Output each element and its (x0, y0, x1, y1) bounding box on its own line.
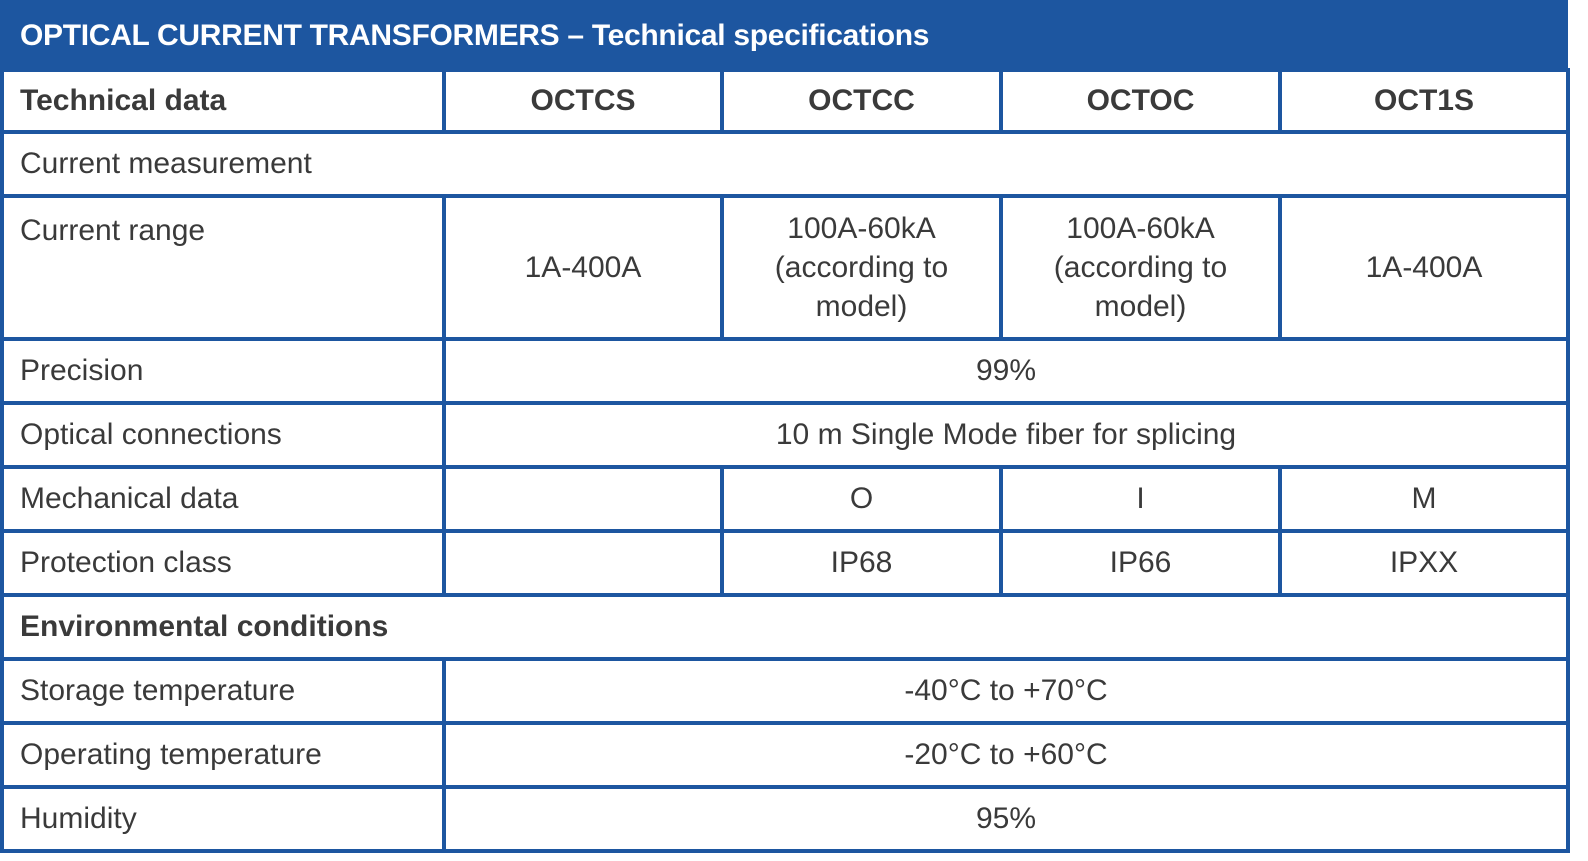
cell-current-range-octcs: 1A-400A (442, 194, 724, 341)
table-row-operating-temperature: Operating temperature -20°C to +60°C (0, 721, 1570, 789)
header-model-octcs: OCTCS (442, 68, 724, 134)
cell-mechanical-oct1s: M (1278, 465, 1570, 533)
table-title: OPTICAL CURRENT TRANSFORMERS – Technical… (0, 0, 1568, 68)
row-label-mechanical-data: Mechanical data (0, 465, 446, 533)
cell-current-range-octcc-text: 100A-60kA (according to model) (774, 212, 949, 323)
spec-table: Technical data OCTCS OCTCC OCTOC OCT1S C… (0, 68, 1570, 853)
section-row-environmental-conditions: Environmental conditions (0, 593, 1570, 661)
cell-protection-octcc: IP68 (720, 529, 1003, 597)
section-current-measurement: Current measurement (0, 130, 1570, 198)
cell-mechanical-octcs (442, 465, 724, 533)
cell-protection-octoc: IP66 (999, 529, 1282, 597)
row-label-current-range: Current range (0, 194, 446, 341)
row-label-humidity: Humidity (0, 785, 446, 853)
header-model-oct1s: OCT1S (1278, 68, 1570, 134)
table-row-precision: Precision 99% (0, 337, 1570, 405)
cell-humidity: 95% (442, 785, 1570, 853)
cell-storage-temperature: -40°C to +70°C (442, 657, 1570, 725)
section-row-current-measurement: Current measurement (0, 130, 1570, 198)
cell-mechanical-octoc: I (999, 465, 1282, 533)
row-label-operating-temperature: Operating temperature (0, 721, 446, 789)
section-environmental-conditions: Environmental conditions (0, 593, 1570, 661)
cell-mechanical-octcc: O (720, 465, 1003, 533)
cell-current-range-octoc-text: 100A-60kA (according to model) (1053, 212, 1228, 323)
cell-current-range-oct1s: 1A-400A (1278, 194, 1570, 341)
header-technical-data: Technical data (0, 68, 446, 134)
cell-operating-temperature: -20°C to +60°C (442, 721, 1570, 789)
cell-precision: 99% (442, 337, 1570, 405)
header-model-octoc: OCTOC (999, 68, 1282, 134)
row-label-storage-temperature: Storage temperature (0, 657, 446, 725)
cell-current-range-octoc: 100A-60kA (according to model) (999, 194, 1282, 341)
row-label-optical-connections: Optical connections (0, 401, 446, 469)
header-model-octcc: OCTCC (720, 68, 1003, 134)
header-row: Technical data OCTCS OCTCC OCTOC OCT1S (0, 68, 1570, 134)
cell-current-range-octcc: 100A-60kA (according to model) (720, 194, 1003, 341)
table-row-humidity: Humidity 95% (0, 785, 1570, 853)
table-row-optical-connections: Optical connections 10 m Single Mode fib… (0, 401, 1570, 469)
cell-optical-connections: 10 m Single Mode fiber for splicing (442, 401, 1570, 469)
table-row-storage-temperature: Storage temperature -40°C to +70°C (0, 657, 1570, 725)
table-row-mechanical-data: Mechanical data O I M (0, 465, 1570, 533)
cell-protection-oct1s: IPXX (1278, 529, 1570, 597)
cell-protection-octcs (442, 529, 724, 597)
table-row-current-range: Current range 1A-400A 100A-60kA (accordi… (0, 194, 1570, 341)
row-label-protection-class: Protection class (0, 529, 446, 597)
spec-table-container: OPTICAL CURRENT TRANSFORMERS – Technical… (0, 0, 1570, 853)
row-label-precision: Precision (0, 337, 446, 405)
table-row-protection-class: Protection class IP68 IP66 IPXX (0, 529, 1570, 597)
